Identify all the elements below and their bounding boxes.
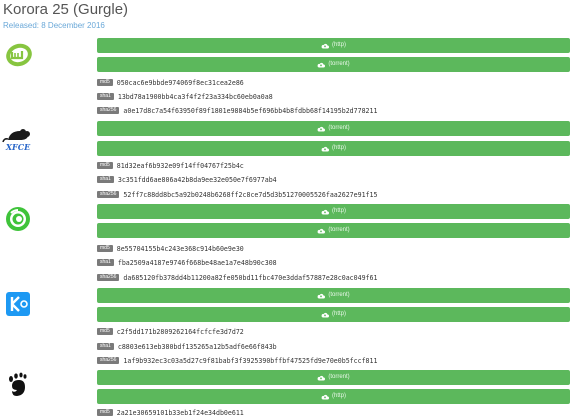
sha256-value: da685120fb378dd4b11200a82fe050bd11fbc470… (123, 273, 378, 282)
button-label: (torrent) (328, 292, 350, 298)
kde-download-http-button[interactable]: (http) (97, 307, 570, 322)
button-label: (http) (331, 145, 346, 151)
sha1-value: c8803e613eb380bdf135265a12b5adf6e66f843b (117, 342, 277, 351)
cloud-download-icon (317, 62, 326, 67)
cinnamon-download-http-button[interactable]: (http) (97, 204, 570, 219)
md5-badge: md5 (97, 409, 113, 416)
sha256-badge: sha256 (97, 107, 120, 114)
kde-logo-icon (2, 288, 34, 320)
cinnamon-logo-icon (2, 204, 34, 236)
button-label: (http) (331, 42, 346, 48)
md5-hash-row: md5 2a21e30659101b33eb1f24e34db0e611 (97, 408, 244, 417)
sha1-hash-row: sha1 3c351fdd6ae806a42b8da9ee32e050e7f69… (97, 175, 277, 184)
sha1-badge: sha1 (97, 93, 114, 100)
md5-badge: md5 (97, 162, 113, 169)
md5-hash-row: md5 050cac6e9bbde974069f8ec31cea2e86 (97, 78, 244, 87)
sha256-value: 52ff7c88dd8bc5a92b0248b6268ff2c8ce7d5d3b… (123, 190, 378, 199)
button-label: (http) (331, 311, 346, 317)
button-label: (torrent) (328, 61, 350, 67)
cloud-download-icon (321, 312, 329, 317)
gnome-download-http-button[interactable]: (http) (97, 389, 570, 404)
kde-download-torrent-button[interactable]: (torrent) (97, 288, 570, 303)
sha256-hash-row: sha256 52ff7c88dd8bc5a92b0248b6268ff2c8c… (97, 190, 377, 199)
cloud-download-icon (321, 394, 329, 399)
sha1-badge: sha1 (97, 259, 114, 266)
cloud-download-icon (317, 228, 326, 233)
xfce-download-torrent-button[interactable]: (torrent) (97, 121, 570, 136)
sha1-value: fba2509a4187e9746f668be48ae1a7e48b90c308 (117, 258, 277, 267)
sha1-value: 3c351fdd6ae806a42b8da9ee32e050e7f6977ab4 (117, 175, 277, 184)
release-date: Released: 8 December 2016 (3, 21, 105, 30)
sha256-value: 1af9b932ec3c03a5d27c9f81babf3f3925390bff… (123, 356, 378, 365)
gnome-download-torrent-button[interactable]: (torrent) (97, 370, 570, 385)
md5-badge: md5 (97, 328, 113, 335)
sha256-badge: sha256 (97, 274, 120, 281)
button-label: (torrent) (328, 227, 350, 233)
button-label: (http) (331, 208, 346, 214)
md5-badge: md5 (97, 79, 113, 86)
xfce-download-http-button[interactable]: (http) (97, 141, 570, 156)
sha1-hash-row: sha1 c8803e613eb380bdf135265a12b5adf6e66… (97, 342, 277, 351)
md5-value: 81d32eaf6b932e09f14ff04767f25b4c (116, 161, 244, 170)
sha256-badge: sha256 (97, 357, 120, 364)
gnome-logo-icon (2, 370, 34, 402)
sha256-hash-row: sha256 1af9b932ec3c03a5d27c9f81babf3f392… (97, 356, 377, 365)
sha256-hash-row: sha256 da685120fb378dd4b11200a82fe050bd1… (97, 273, 377, 282)
cloud-download-icon (317, 375, 326, 380)
sha256-value: a0e17d8c7a54f63950f89f1801e9884b5ef696bb… (123, 106, 378, 115)
cloud-download-icon (317, 293, 326, 298)
page-title: Korora 25 (Gurgle) (3, 1, 129, 18)
sha1-badge: sha1 (97, 176, 114, 183)
mate-logo-icon (2, 40, 34, 72)
button-label: (torrent) (328, 125, 350, 131)
md5-hash-row: md5 81d32eaf6b932e09f14ff04767f25b4c (97, 161, 244, 170)
md5-value: 8e55704155b4c243e368c914b60e9e30 (116, 244, 244, 253)
md5-hash-row: md5 c2f5dd171b2809262164fcfcfe3d7d72 (97, 327, 244, 336)
sha1-hash-row: sha1 13bd78a1900bb4ca3f4f2f23a334bc60eb0… (97, 92, 273, 101)
cloud-download-icon (321, 146, 329, 151)
mate-download-http-button[interactable]: (http) (97, 38, 570, 53)
cinnamon-download-torrent-button[interactable]: (torrent) (97, 223, 570, 238)
sha1-hash-row: sha1 fba2509a4187e9746f668be48ae1a7e48b9… (97, 258, 277, 267)
sha256-hash-row: sha256 a0e17d8c7a54f63950f89f1801e9884b5… (97, 106, 377, 115)
svg-text:XFCE: XFCE (5, 142, 31, 152)
md5-badge: md5 (97, 245, 113, 252)
button-label: (torrent) (328, 374, 350, 380)
sha1-value: 13bd78a1900bb4ca3f4f2f23a334bc60eb0a0a8 (117, 92, 273, 101)
cloud-download-icon (321, 43, 329, 48)
mate-download-torrent-button[interactable]: (torrent) (97, 57, 570, 72)
xfce-logo-icon: XFCE (2, 122, 34, 154)
button-label: (http) (331, 393, 346, 399)
md5-value: c2f5dd171b2809262164fcfcfe3d7d72 (116, 327, 244, 336)
md5-value: 050cac6e9bbde974069f8ec31cea2e86 (116, 78, 244, 87)
md5-value: 2a21e30659101b33eb1f24e34db0e611 (116, 408, 244, 417)
sha1-badge: sha1 (97, 343, 114, 350)
cloud-download-icon (321, 209, 329, 214)
sha256-badge: sha256 (97, 191, 120, 198)
cloud-download-icon (317, 126, 326, 131)
md5-hash-row: md5 8e55704155b4c243e368c914b60e9e30 (97, 244, 244, 253)
